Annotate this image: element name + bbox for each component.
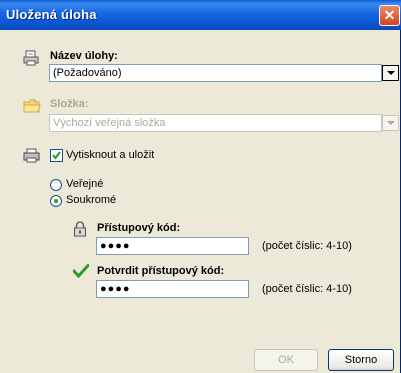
cancel-button[interactable]: Storno: [328, 349, 394, 371]
chevron-down-icon: [387, 71, 395, 75]
access-code-field[interactable]: ●●●●: [96, 237, 249, 255]
print-and-save-label[interactable]: Vytisknout a uložit: [66, 149, 154, 161]
folder-label: Složka:: [50, 98, 89, 110]
folder-field: Výchozí veřejná složka: [49, 114, 382, 132]
checkmark-icon: [72, 264, 90, 281]
confirm-code-hint: (počet číslic: 4-10): [262, 283, 352, 295]
lock-icon: [73, 221, 87, 240]
ok-button[interactable]: OK: [254, 349, 318, 371]
access-code-label: Přístupový kód:: [97, 222, 181, 234]
public-radio-label[interactable]: Veřejné: [66, 178, 103, 190]
folder-icon: [23, 99, 41, 116]
public-radio[interactable]: [50, 179, 62, 191]
print-and-save-checkbox[interactable]: [50, 149, 63, 162]
confirm-code-label: Potvrdit přístupový kód:: [97, 265, 225, 277]
printer-icon: [23, 148, 40, 166]
job-name-label: Název úlohy:: [50, 50, 118, 62]
job-name-field[interactable]: (Požadováno): [49, 64, 382, 82]
chevron-down-icon: [387, 121, 395, 125]
private-radio[interactable]: [50, 195, 62, 207]
job-name-dropdown-button[interactable]: [382, 65, 399, 81]
access-code-hint: (počet číslic: 4-10): [262, 240, 352, 252]
saved-job-dialog: Uložená úloha ✕ Název úlohy: (Požadováno…: [0, 0, 401, 373]
close-button[interactable]: ✕: [379, 5, 400, 26]
printer-document-icon: [23, 50, 39, 69]
folder-dropdown-button: [382, 115, 399, 131]
radio-selected-dot: [54, 199, 58, 203]
private-radio-label[interactable]: Soukromé: [66, 194, 116, 206]
checkbox-check-icon: [52, 151, 61, 160]
title-bar[interactable]: Uložená úloha ✕: [0, 0, 401, 30]
window-title: Uložená úloha: [6, 7, 97, 22]
confirm-code-field[interactable]: ●●●●: [96, 280, 249, 298]
